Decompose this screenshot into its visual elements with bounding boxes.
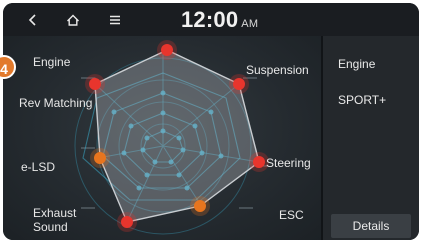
top-bar: 12:00 AM (3, 3, 419, 36)
selected-item-value: SPORT+ (338, 93, 387, 107)
exhaust-sound-node (121, 216, 133, 228)
steering-node (253, 156, 265, 168)
rev-matching-node (89, 78, 101, 90)
suspension-node (233, 78, 245, 90)
engine-node (161, 44, 173, 56)
radar-label-esc[interactable]: ESC (279, 208, 304, 222)
radar-label-exhaust-sound[interactable]: Exhaust Sound (33, 206, 83, 234)
radar-label-engine[interactable]: Engine (33, 55, 70, 69)
radar-label-suspension[interactable]: Suspension (246, 63, 309, 77)
clock-ampm: AM (241, 18, 259, 30)
mode-info-panel: Engine SPORT+ Details (323, 36, 419, 240)
infotainment-screen: 12:00 AM Engine Suspension Rev Matching … (3, 3, 419, 240)
e-lsd-node (94, 152, 106, 164)
radar-label-steering[interactable]: Steering (266, 156, 311, 170)
radar-label-e-lsd[interactable]: e-LSD (21, 160, 55, 174)
radar-label-rev-matching[interactable]: Rev Matching (19, 96, 92, 110)
home-icon[interactable] (65, 12, 81, 28)
selected-item-title: Engine (338, 57, 376, 71)
clock-time: 12:00 (181, 7, 239, 32)
clock: 12:00 AM (181, 7, 258, 33)
esc-node (194, 200, 206, 212)
menu-icon[interactable] (107, 12, 123, 28)
drive-mode-radar-panel: Engine Suspension Rev Matching Steering … (3, 36, 321, 240)
back-arrow-icon[interactable] (25, 12, 41, 28)
details-button[interactable]: Details (331, 214, 411, 238)
